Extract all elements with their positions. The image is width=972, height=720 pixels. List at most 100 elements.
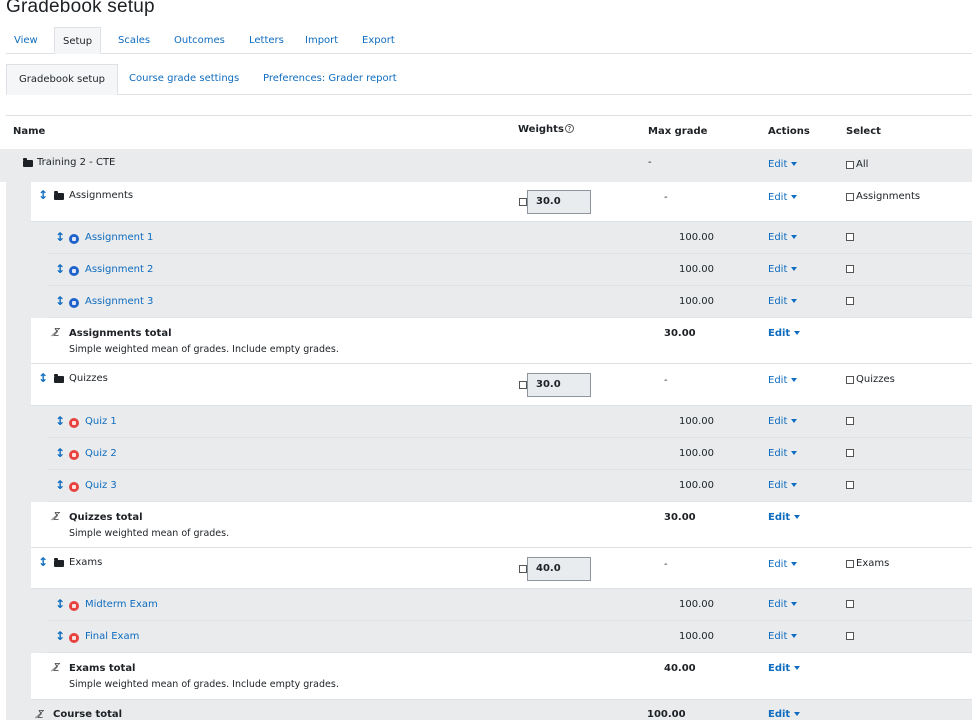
edit-item-menu[interactable]: Edit	[768, 480, 798, 491]
tab-outcomes[interactable]: Outcomes	[166, 27, 233, 54]
weight-input[interactable]: 30.0	[527, 373, 591, 397]
grade-item-link[interactable]: Assignment 3	[85, 296, 153, 307]
quiz-icon	[69, 633, 79, 643]
move-arrows-icon[interactable]: ↕	[55, 263, 65, 275]
select-item-checkbox[interactable]	[846, 297, 854, 305]
move-arrows-icon[interactable]: ↕	[55, 447, 65, 459]
calculation-sigma-icon: Σ̸	[53, 661, 60, 674]
category-row: ↕ Quizzes 30.0 - Edit Quizzes	[31, 365, 972, 406]
edit-item-menu[interactable]: Edit	[768, 599, 798, 610]
edit-label: Edit	[768, 375, 788, 386]
select-item-checkbox[interactable]	[846, 265, 854, 273]
edit-course-total-menu[interactable]: Edit	[768, 709, 801, 720]
column-header-actions: Actions	[768, 126, 810, 137]
select-all-checkbox[interactable]	[846, 161, 854, 169]
tab-preferences-grader-report[interactable]: Preferences: Grader report	[251, 64, 409, 95]
edit-item-menu[interactable]: Edit	[768, 631, 798, 642]
select-item-checkbox[interactable]	[846, 632, 854, 640]
grade-item-link[interactable]: Final Exam	[85, 631, 139, 642]
move-arrows-icon[interactable]: ↕	[38, 372, 48, 384]
weight-override-checkbox[interactable]	[519, 198, 527, 206]
weights-label: Weights	[518, 124, 564, 135]
move-arrows-icon[interactable]: ↕	[55, 231, 65, 243]
grade-item-link[interactable]: Quiz 1	[85, 416, 117, 427]
edit-label: Edit	[768, 264, 788, 275]
category-max-grade: -	[664, 375, 668, 386]
caret-down-icon	[791, 378, 798, 382]
edit-label: Edit	[768, 296, 788, 307]
weight-override-checkbox[interactable]	[519, 565, 527, 573]
edit-category-menu[interactable]: Edit	[768, 192, 798, 203]
select-category-checkbox[interactable]	[846, 376, 854, 384]
item-indent	[31, 589, 47, 653]
tab-gradebook-setup[interactable]: Gradebook setup	[6, 64, 119, 95]
select-item-checkbox[interactable]	[846, 233, 854, 241]
grade-item-link[interactable]: Midterm Exam	[85, 599, 158, 610]
category-total-description: Simple weighted mean of grades. Include …	[69, 344, 339, 355]
edit-item-menu[interactable]: Edit	[768, 232, 798, 243]
tab-letters[interactable]: Letters	[241, 27, 292, 54]
edit-item-menu[interactable]: Edit	[768, 296, 798, 307]
tab-scales[interactable]: Scales	[110, 27, 158, 54]
move-arrows-icon[interactable]: ↕	[55, 598, 65, 610]
select-category-checkbox[interactable]	[846, 193, 854, 201]
item-max-grade: 100.00	[679, 264, 714, 275]
edit-item-menu[interactable]: Edit	[768, 448, 798, 459]
edit-item-menu[interactable]: Edit	[768, 264, 798, 275]
select-category-checkbox[interactable]	[846, 560, 854, 568]
edit-category-menu[interactable]: Edit	[768, 375, 798, 386]
grade-item-link[interactable]: Assignment 2	[85, 264, 153, 275]
edit-item-menu[interactable]: Edit	[768, 416, 798, 427]
item-max-grade: 100.00	[679, 480, 714, 491]
edit-label: Edit	[768, 709, 791, 720]
weight-input[interactable]: 40.0	[527, 557, 591, 581]
grade-item-row: ↕ Quiz 1 100.00 Edit	[47, 406, 972, 438]
caret-down-icon	[791, 451, 798, 455]
category-row: ↕ Assignments 30.0 - Edit Assignments	[31, 182, 972, 222]
move-arrows-icon[interactable]: ↕	[55, 295, 65, 307]
calculation-sigma-icon: Σ̸	[37, 708, 44, 720]
quiz-icon	[69, 418, 79, 428]
item-max-grade: 100.00	[679, 416, 714, 427]
move-arrows-icon[interactable]: ↕	[38, 556, 48, 568]
tab-export[interactable]: Export	[354, 27, 403, 54]
page-title: Gradebook setup	[6, 0, 155, 17]
edit-category-menu[interactable]: Edit	[768, 559, 798, 570]
course-total-row: Σ̸ Course total 100.00 Edit	[6, 700, 972, 720]
calculation-sigma-icon: Σ̸	[53, 326, 60, 339]
course-total-max-grade: 100.00	[647, 709, 686, 720]
move-arrows-icon[interactable]: ↕	[55, 415, 65, 427]
tab-setup[interactable]: Setup	[54, 27, 102, 54]
move-arrows-icon[interactable]: ↕	[55, 479, 65, 491]
help-circle-icon[interactable]: ?	[564, 124, 574, 133]
category-name: Quizzes	[69, 373, 108, 384]
grade-item-link[interactable]: Quiz 2	[85, 448, 117, 459]
select-item-checkbox[interactable]	[846, 449, 854, 457]
edit-label: Edit	[768, 448, 788, 459]
select-item-checkbox[interactable]	[846, 600, 854, 608]
grade-item-row: ↕ Assignment 1 100.00 Edit	[47, 222, 972, 254]
edit-course-menu[interactable]: Edit	[768, 159, 798, 170]
tab-view[interactable]: View	[6, 27, 46, 54]
grade-item-link[interactable]: Assignment 1	[85, 232, 153, 243]
select-item-checkbox[interactable]	[846, 481, 854, 489]
move-arrows-icon[interactable]: ↕	[38, 189, 48, 201]
edit-total-menu[interactable]: Edit	[768, 663, 801, 674]
tab-import[interactable]: Import	[297, 27, 346, 54]
weight-override-checkbox[interactable]	[519, 381, 527, 389]
grade-item-link[interactable]: Quiz 3	[85, 480, 117, 491]
weight-input[interactable]: 30.0	[527, 190, 591, 214]
table-top-divider	[6, 115, 972, 116]
move-arrows-icon[interactable]: ↕	[55, 630, 65, 642]
secondary-tabs: Gradebook setup Course grade settings Pr…	[6, 64, 972, 95]
folder-icon	[54, 374, 64, 383]
edit-total-menu[interactable]: Edit	[768, 512, 801, 523]
select-item-checkbox[interactable]	[846, 417, 854, 425]
column-header-select: Select	[846, 126, 881, 137]
edit-total-menu[interactable]: Edit	[768, 328, 801, 339]
column-header-name: Name	[13, 126, 46, 137]
tab-course-grade-settings[interactable]: Course grade settings	[117, 64, 251, 95]
edit-label: Edit	[768, 192, 788, 203]
category-total-description: Simple weighted mean of grades.	[69, 528, 230, 539]
item-max-grade: 100.00	[679, 296, 714, 307]
